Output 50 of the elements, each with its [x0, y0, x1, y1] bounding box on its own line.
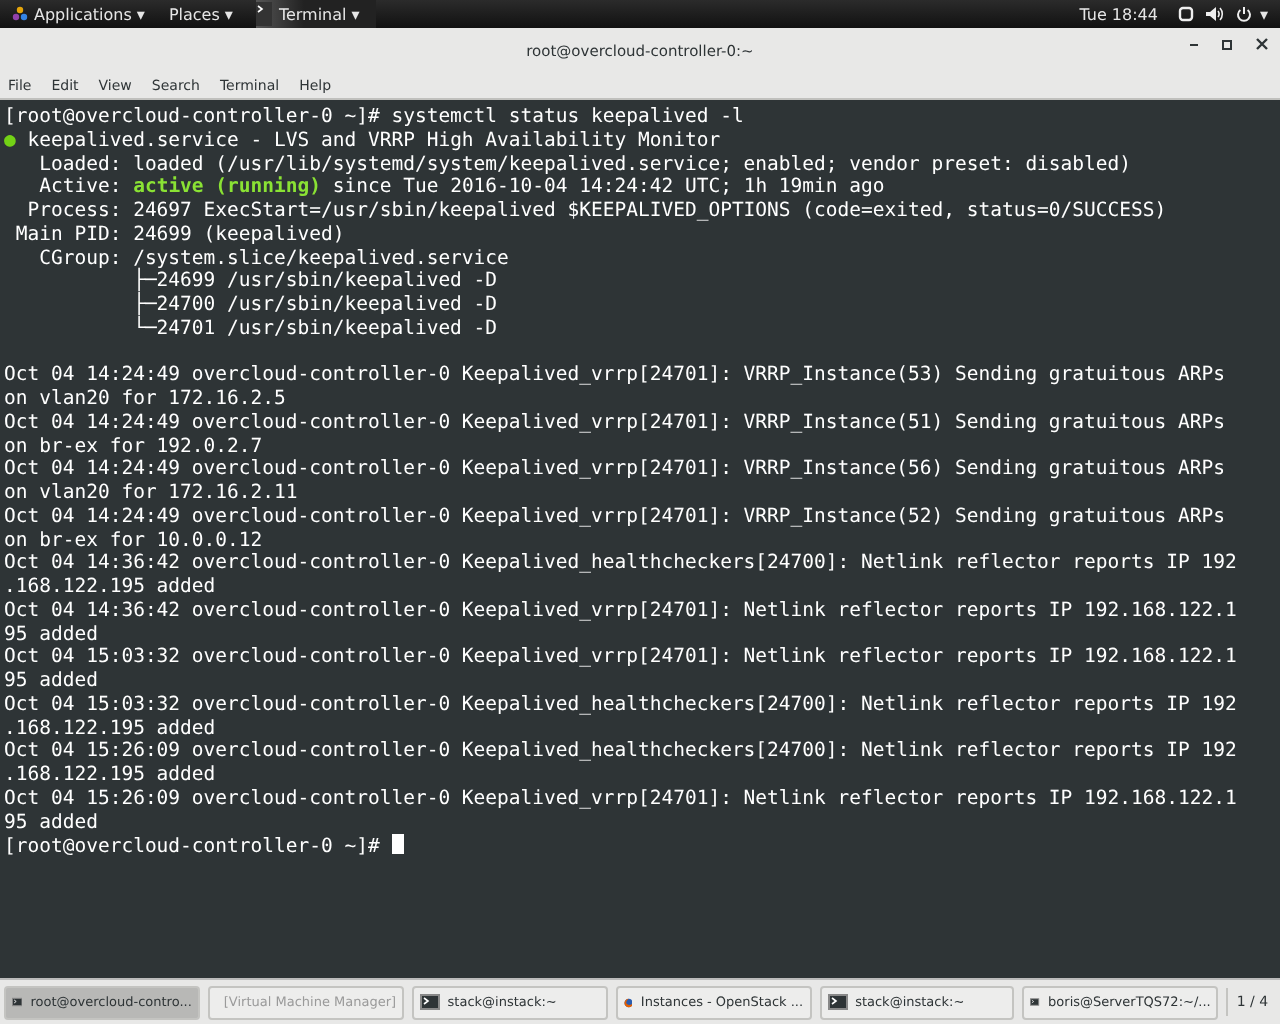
terminal-line: ● keepalived.service - LVS and VRRP High Availability Monitor — [4, 129, 723, 153]
terminal-line: on vlan20 for 172.16.2.5 — [4, 388, 288, 412]
maximize-icon[interactable] — [1222, 39, 1232, 49]
terminal-line: Oct 04 14:36:42 overcloud-controller-0 Keepalived_vrrp[24701]: Netlink reflector reports IP 192.168.122.1 — [4, 599, 1239, 623]
terminal-icon — [827, 994, 848, 1010]
top-bar-menu[interactable]: Places ▾ — [160, 0, 249, 28]
power-icon[interactable] — [1235, 6, 1252, 22]
terminal-line: Loaded: loaded (/usr/lib/systemd/system/keepalived.service; enabled; vendor preset: disabled) — [37, 153, 1134, 176]
terminal-line: ├─24699 /usr/sbin/keepalived -D — [131, 270, 498, 293]
terminal-line: .168.122.195 added — [4, 764, 218, 788]
terminal-line: Main PID: 24699 (keepalived) — [13, 223, 347, 247]
terminal-line: .168.122.195 added — [4, 576, 218, 600]
terminal-line: Oct 04 15:26:09 overcloud-controller-0 Keepalived_vrrp[24701]: Netlink reflector reports IP 192.168.122.1 — [4, 787, 1239, 811]
text-cursor — [391, 834, 404, 855]
globe-icon — [623, 993, 633, 1011]
terminal-line: CGroup: /system.slice/keepalived.service — [37, 247, 511, 269]
terminal-line: ├─24700 /usr/sbin/keepalived -D — [131, 294, 500, 316]
terminal-line: on br-ex for 10.0.0.12 — [4, 529, 265, 553]
top-bar-menu[interactable]: Applications ▾ — [4, 0, 161, 28]
terminal-line: Oct 04 14:36:42 overcloud-controller-0 Keepalived_healthcheckers[24700]: Netlink reflector reports IP 192 — [4, 552, 1239, 576]
terminal-line: 95 added — [4, 670, 100, 694]
terminal-icon — [256, 2, 273, 26]
terminal-line: └─24701 /usr/sbin/keepalived -D — [131, 317, 500, 341]
terminal-line: Oct 04 14:24:49 overcloud-controller-0 Keepalived_vrrp[24701]: VRRP_Instance(53) Sending gratuitous ARPs — [4, 364, 1227, 388]
volume-icon[interactable] — [1205, 6, 1224, 22]
app-menu-icon — [12, 6, 28, 22]
terminal-line: [root@overcloud-controller-0 ~]# systemctl status keepalived -l — [4, 106, 746, 130]
terminal-line: Process: 24697 ExecStart=/usr/sbin/keepalived $KEEPALIVED_OPTIONS (code=exited, status=0/SUCCESS) — [25, 200, 1169, 224]
terminal-line: 95 added — [4, 811, 100, 835]
terminal-line: on br-ex for 192.0.2.7 — [4, 435, 265, 459]
terminal-icon — [419, 994, 440, 1010]
close-icon[interactable] — [1256, 38, 1268, 50]
screen-icon[interactable] — [1177, 6, 1194, 22]
terminal-line: Active: active (running) since Tue 2016-10-04 14:24:42 UTC; 1h 19min ago — [37, 176, 887, 200]
clock[interactable]: Tue 18:44 — [1079, 5, 1158, 23]
terminal-icon — [12, 994, 23, 1010]
terminal-line: .168.122.195 added — [4, 717, 218, 741]
terminal-line: Oct 04 15:03:32 overcloud-controller-0 Keepalived_healthcheckers[24700]: Netlink reflector reports IP 192 — [4, 693, 1239, 717]
terminal-line: on vlan20 for 172.16.2.11 — [4, 482, 300, 506]
terminal-line: Oct 04 15:26:09 overcloud-controller-0 Keepalived_healthcheckers[24700]: Netlink reflector reports IP 192 — [4, 740, 1239, 764]
terminal-line: Oct 04 14:24:49 overcloud-controller-0 Keepalived_vrrp[24701]: VRRP_Instance(52) Sending gratuitous ARPs — [4, 505, 1227, 529]
terminal-line: Oct 04 14:24:49 overcloud-controller-0 Keepalived_vrrp[24701]: VRRP_Instance(56) Sending gratuitous ARPs — [4, 458, 1227, 482]
minimize-icon[interactable] — [1190, 42, 1198, 46]
terminal-prompt: [root@overcloud-controller-0 ~]# — [4, 836, 382, 859]
terminal-line: Oct 04 14:24:49 overcloud-controller-0 Keepalived_vrrp[24701]: VRRP_Instance(51) Sending gratuitous ARPs — [4, 411, 1227, 435]
active-app-menu[interactable]: Terminal ▾ — [256, 0, 376, 28]
terminal-line: Oct 04 15:03:32 overcloud-controller-0 Keepalived_vrrp[24701]: Netlink reflector reports IP 192.168.122.1 — [4, 646, 1239, 670]
terminal-line: 95 added — [4, 623, 100, 647]
terminal-icon — [1030, 994, 1041, 1010]
system-menu-caret[interactable]: ▾ — [1259, 5, 1268, 23]
